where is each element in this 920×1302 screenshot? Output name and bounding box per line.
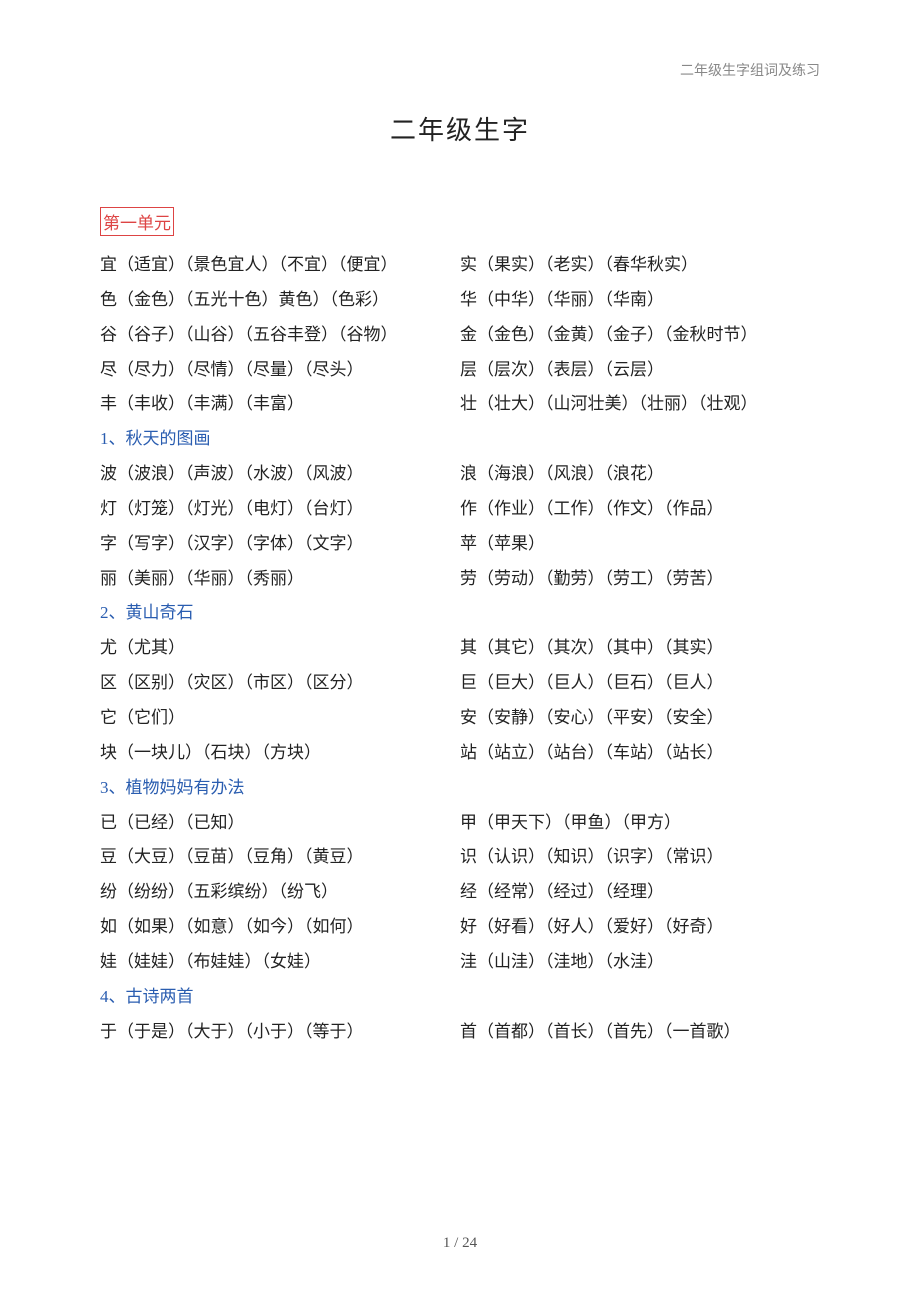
document-title: 二年级生字 [100, 110, 820, 147]
row-right: 劳（劳动）（勤劳）（劳工）（劳苦） [460, 562, 820, 597]
content-row: 宜（适宜）（景色宜人）（不宜）（便宜）实（果实）（老实）（春华秋实） [100, 248, 820, 283]
row-left: 于（于是）（大于）（小于）（等于） [100, 1015, 460, 1050]
row-right: 金（金色）（金黄）（金子）（金秋时节） [460, 318, 820, 353]
content-row: 块（一块儿）（石块）（方块）站（站立）（站台）（车站）（站长） [100, 736, 820, 771]
row-left: 块（一块儿）（石块）（方块） [100, 736, 460, 771]
page-header: 二年级生字组词及练习 [100, 60, 820, 80]
row-right: 识（认识）（知识）（识字）（常识） [460, 840, 820, 875]
content-row: 区（区别）（灾区）（市区）（区分）巨（巨大）（巨人）（巨石）（巨人） [100, 666, 820, 701]
row-left: 娃（娃娃）（布娃娃）（女娃） [100, 945, 460, 980]
row-right: 巨（巨大）（巨人）（巨石）（巨人） [460, 666, 820, 701]
row-right: 甲（甲天下）（甲鱼）（甲方） [460, 806, 820, 841]
content-row: 纷（纷纷）（五彩缤纷）（纷飞）经（经常）（经过）（经理） [100, 875, 820, 910]
document-page: 二年级生字组词及练习 二年级生字 第一单元 宜（适宜）（景色宜人）（不宜）（便宜… [0, 0, 920, 1302]
row-right: 经（经常）（经过）（经理） [460, 875, 820, 910]
row-left: 尤（尤其） [100, 631, 460, 666]
content-row: 尽（尽力）（尽情）（尽量）（尽头）层（层次）（表层）（云层） [100, 353, 820, 388]
row-right: 首（首都）（首长）（首先）（一首歌） [460, 1015, 820, 1050]
row-left: 它（它们） [100, 701, 460, 736]
row-right: 好（好看）（好人）（爱好）（好奇） [460, 910, 820, 945]
content-row: 豆（大豆）（豆苗）（豆角）（黄豆）识（认识）（知识）（识字）（常识） [100, 840, 820, 875]
content-row: 灯（灯笼）（灯光）（电灯）（台灯）作（作业）（工作）（作文）（作品） [100, 492, 820, 527]
row-right: 浪（海浪）（风浪）（浪花） [460, 457, 820, 492]
section-heading: 4、古诗两首 [100, 980, 820, 1015]
content-row: 谷（谷子）（山谷）（五谷丰登）（谷物）金（金色）（金黄）（金子）（金秋时节） [100, 318, 820, 353]
row-right: 其（其它）（其次）（其中）（其实） [460, 631, 820, 666]
content-row: 已（已经）（已知）甲（甲天下）（甲鱼）（甲方） [100, 806, 820, 841]
row-left: 区（区别）（灾区）（市区）（区分） [100, 666, 460, 701]
content-row: 如（如果）（如意）（如今）（如何）好（好看）（好人）（爱好）（好奇） [100, 910, 820, 945]
content-row: 波（波浪）（声波）（水波）（风波）浪（海浪）（风浪）（浪花） [100, 457, 820, 492]
row-left: 丰（丰收）（丰满）（丰富） [100, 387, 460, 422]
unit-label: 第一单元 [100, 207, 174, 236]
row-left: 字（写字）（汉字）（字体）（文字） [100, 527, 460, 562]
row-right: 实（果实）（老实）（春华秋实） [460, 248, 820, 283]
content-row: 丰（丰收）（丰满）（丰富）壮（壮大）（山河壮美）（壮丽）（壮观） [100, 387, 820, 422]
row-left: 已（已经）（已知） [100, 806, 460, 841]
row-left: 波（波浪）（声波）（水波）（风波） [100, 457, 460, 492]
content-row: 色（金色）（五光十色）黄色）（色彩）华（中华）（华丽）（华南） [100, 283, 820, 318]
row-right: 华（中华）（华丽）（华南） [460, 283, 820, 318]
row-right: 洼（山洼）（洼地）（水洼） [460, 945, 820, 980]
content-row: 字（写字）（汉字）（字体）（文字）苹（苹果） [100, 527, 820, 562]
section-heading: 2、黄山奇石 [100, 596, 820, 631]
row-right: 苹（苹果） [460, 527, 820, 562]
row-left: 尽（尽力）（尽情）（尽量）（尽头） [100, 353, 460, 388]
row-left: 灯（灯笼）（灯光）（电灯）（台灯） [100, 492, 460, 527]
row-left: 纷（纷纷）（五彩缤纷）（纷飞） [100, 875, 460, 910]
content-row: 娃（娃娃）（布娃娃）（女娃）洼（山洼）（洼地）（水洼） [100, 945, 820, 980]
section-heading: 1、秋天的图画 [100, 422, 820, 457]
row-right: 站（站立）（站台）（车站）（站长） [460, 736, 820, 771]
content-row: 丽（美丽）（华丽）（秀丽）劳（劳动）（勤劳）（劳工）（劳苦） [100, 562, 820, 597]
row-right: 安（安静）（安心）（平安）（安全） [460, 701, 820, 736]
row-left: 豆（大豆）（豆苗）（豆角）（黄豆） [100, 840, 460, 875]
page-footer: 1 / 24 [0, 1235, 920, 1252]
content-body: 宜（适宜）（景色宜人）（不宜）（便宜）实（果实）（老实）（春华秋实）色（金色）（… [100, 248, 820, 1049]
section-heading: 3、植物妈妈有办法 [100, 771, 820, 806]
row-left: 如（如果）（如意）（如今）（如何） [100, 910, 460, 945]
row-right: 壮（壮大）（山河壮美）（壮丽）（壮观） [460, 387, 820, 422]
content-row: 于（于是）（大于）（小于）（等于）首（首都）（首长）（首先）（一首歌） [100, 1015, 820, 1050]
row-left: 色（金色）（五光十色）黄色）（色彩） [100, 283, 460, 318]
row-right: 作（作业）（工作）（作文）（作品） [460, 492, 820, 527]
row-left: 谷（谷子）（山谷）（五谷丰登）（谷物） [100, 318, 460, 353]
content-row: 它（它们）安（安静）（安心）（平安）（安全） [100, 701, 820, 736]
content-row: 尤（尤其）其（其它）（其次）（其中）（其实） [100, 631, 820, 666]
row-right: 层（层次）（表层）（云层） [460, 353, 820, 388]
row-left: 宜（适宜）（景色宜人）（不宜）（便宜） [100, 248, 460, 283]
row-left: 丽（美丽）（华丽）（秀丽） [100, 562, 460, 597]
